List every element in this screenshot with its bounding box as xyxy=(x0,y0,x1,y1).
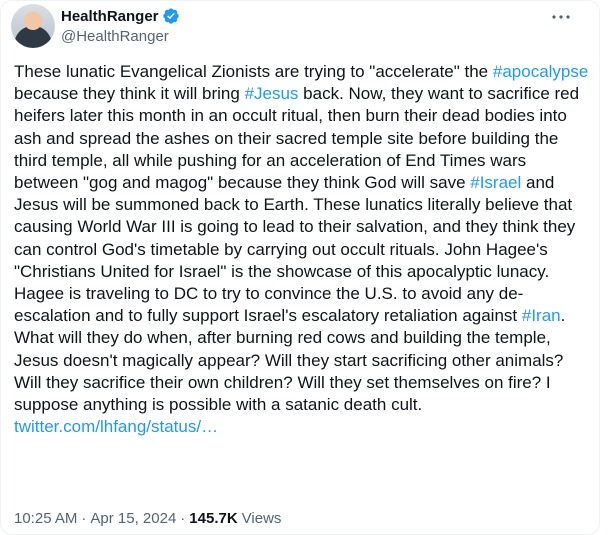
tweet-metadata: 10:25 AM · Apr 15, 2024 · 145.7K Views xyxy=(14,510,281,527)
author-name-row: HealthRanger xyxy=(61,7,180,25)
tweet-text-segment: and Jesus will be summoned back to Earth… xyxy=(14,173,581,326)
author-handle[interactable]: @HealthRanger xyxy=(61,28,169,45)
tweet-time[interactable]: 10:25 AM xyxy=(14,510,77,527)
tweet-text-segment: These lunatic Evangelical Zionists are t… xyxy=(14,62,493,81)
author-display-name[interactable]: HealthRanger xyxy=(61,8,159,25)
tweet-text: These lunatic Evangelical Zionists are t… xyxy=(14,61,589,438)
hashtag-link[interactable]: #apocalypse xyxy=(493,62,588,81)
meta-separator: · xyxy=(81,510,87,527)
external-link[interactable]: twitter.com/lhfang/status/… xyxy=(14,417,218,436)
verified-badge-icon xyxy=(162,8,179,24)
hashtag-link[interactable]: #Israel xyxy=(470,173,521,192)
views-label: Views xyxy=(241,510,282,527)
views-count[interactable]: 145.7K xyxy=(189,510,237,527)
tweet-card: HealthRanger @HealthRanger These lunatic… xyxy=(0,0,600,535)
hashtag-link[interactable]: #Iran xyxy=(522,306,561,325)
hashtag-link[interactable]: #Jesus xyxy=(245,84,299,103)
tweet-date[interactable]: Apr 15, 2024 xyxy=(90,510,176,527)
more-options-icon[interactable] xyxy=(549,7,573,27)
avatar[interactable] xyxy=(11,4,55,48)
meta-separator: · xyxy=(180,510,186,527)
